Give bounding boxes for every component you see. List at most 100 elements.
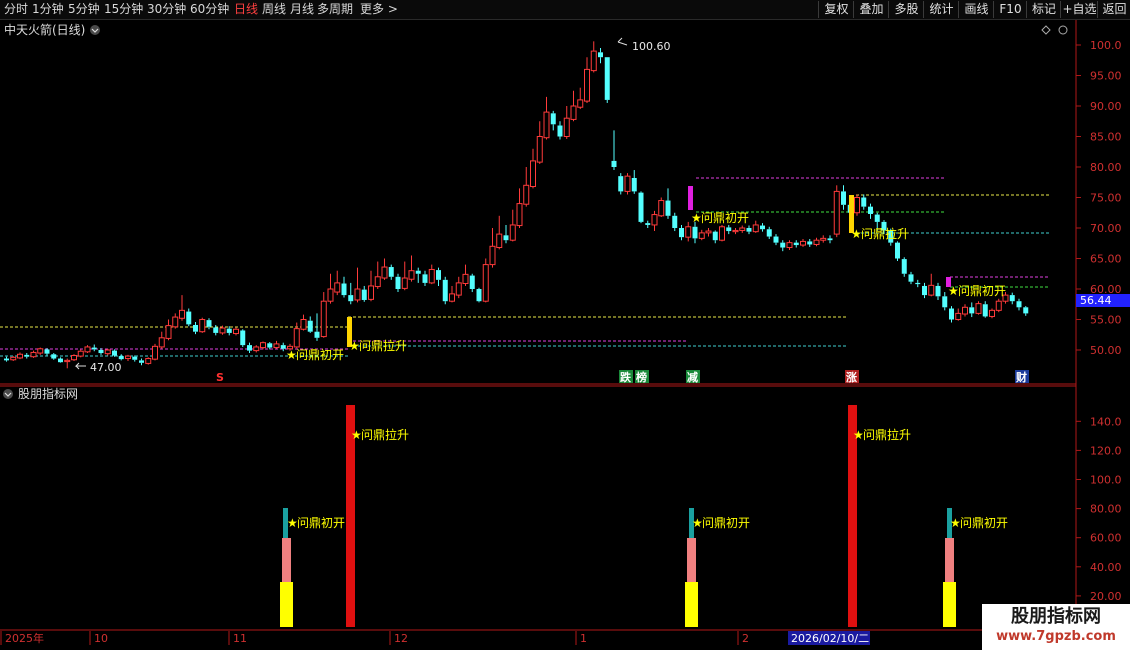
candle-body	[760, 225, 765, 230]
candle-body	[732, 229, 739, 233]
candle-body	[206, 320, 212, 327]
candle-body	[516, 203, 523, 227]
candle	[320, 292, 327, 338]
date-tick-label: 10	[94, 632, 108, 645]
candle	[726, 224, 732, 235]
candle	[536, 121, 543, 164]
candle	[145, 357, 152, 365]
candle-body	[273, 343, 280, 349]
candle	[152, 343, 158, 361]
candle-body	[584, 68, 590, 102]
candle-body	[320, 300, 327, 338]
candle-body	[651, 214, 658, 226]
candle-body	[942, 296, 948, 308]
candle-body	[77, 350, 84, 357]
candle	[685, 221, 692, 242]
candle	[71, 354, 77, 361]
event-marker[interactable]: 财	[1015, 370, 1027, 384]
indicator-tick-label: 140.0	[1090, 415, 1122, 428]
open-highlight-1	[688, 186, 693, 210]
candle-body	[901, 259, 907, 274]
candle	[476, 287, 482, 303]
main-chart-title: 中天火箭(日线)	[4, 22, 85, 37]
candle-body	[267, 343, 273, 348]
candle	[233, 327, 239, 336]
candle-body	[995, 300, 1002, 311]
candle-body	[833, 190, 840, 235]
candle-body	[408, 270, 415, 280]
candle-body	[645, 223, 651, 225]
high-arrow-icon	[617, 37, 628, 46]
candle-body	[64, 359, 71, 363]
candle	[428, 264, 435, 285]
candle-body	[91, 347, 97, 350]
signal-label: 问鼎拉升	[361, 427, 409, 442]
candle	[118, 354, 124, 361]
indicator-tick-label: 100.0	[1090, 474, 1122, 487]
candle-body	[158, 337, 165, 348]
event-marker[interactable]: 涨	[846, 370, 857, 384]
candle-body	[895, 242, 900, 259]
candle	[598, 48, 603, 64]
candle-body	[935, 285, 941, 297]
price-tick-label: 95.00	[1090, 70, 1122, 83]
candle-body	[98, 350, 104, 354]
candle-body	[922, 285, 927, 296]
circle-icon[interactable]	[1058, 25, 1068, 35]
candle	[226, 326, 232, 336]
candle	[24, 353, 30, 359]
bar-mid-3	[945, 538, 954, 582]
diamond-icon[interactable]	[1041, 25, 1051, 35]
candle	[17, 352, 23, 360]
high-price-label: 100.60	[632, 40, 671, 53]
candle	[139, 358, 144, 366]
candle	[827, 235, 833, 244]
candle-body	[374, 276, 381, 288]
candle	[300, 314, 307, 331]
candle	[482, 258, 489, 303]
candle-body	[179, 309, 185, 319]
indicator-tick-label: 20.00	[1090, 590, 1122, 603]
candle-body	[807, 241, 813, 245]
candle	[307, 316, 313, 333]
sub-menu-icon[interactable]	[3, 389, 13, 399]
candle-body	[820, 237, 827, 241]
bar-mid-1	[282, 538, 291, 582]
low-arrow-icon	[74, 362, 86, 370]
candle-body	[442, 279, 448, 302]
candle	[489, 228, 496, 268]
low-price-label: 47.00	[90, 361, 122, 374]
candle	[820, 235, 827, 243]
candle	[975, 301, 982, 315]
candle	[590, 41, 597, 73]
event-marker[interactable]: 榜	[636, 370, 647, 384]
candle	[455, 276, 462, 299]
event-marker[interactable]: 跌	[620, 370, 632, 384]
candle-body	[841, 191, 846, 205]
candle-body	[71, 354, 77, 361]
candle-body	[685, 226, 692, 238]
event-marker[interactable]: S	[216, 371, 224, 384]
candle-body	[1009, 295, 1015, 302]
candle-body	[611, 160, 617, 167]
candle-body	[112, 350, 117, 356]
date-tick-label: 11	[233, 632, 247, 645]
candle-body	[381, 266, 388, 279]
candle	[503, 224, 509, 244]
candle	[833, 185, 840, 238]
candle-body	[314, 331, 320, 338]
candle-body	[692, 226, 698, 239]
candle	[705, 228, 712, 237]
candle	[172, 313, 179, 329]
event-marker[interactable]: 减	[687, 370, 698, 384]
candle-body	[132, 356, 138, 360]
candle	[280, 342, 286, 352]
cursor-date-label: 2026/02/10/二	[791, 632, 869, 645]
indicator-tick-label: 120.0	[1090, 444, 1122, 457]
candle	[388, 264, 394, 280]
title-menu-icon[interactable]	[90, 25, 100, 35]
candle	[854, 194, 860, 216]
candle	[395, 273, 401, 293]
date-tick-label: 1	[580, 632, 587, 645]
candle	[442, 276, 448, 305]
